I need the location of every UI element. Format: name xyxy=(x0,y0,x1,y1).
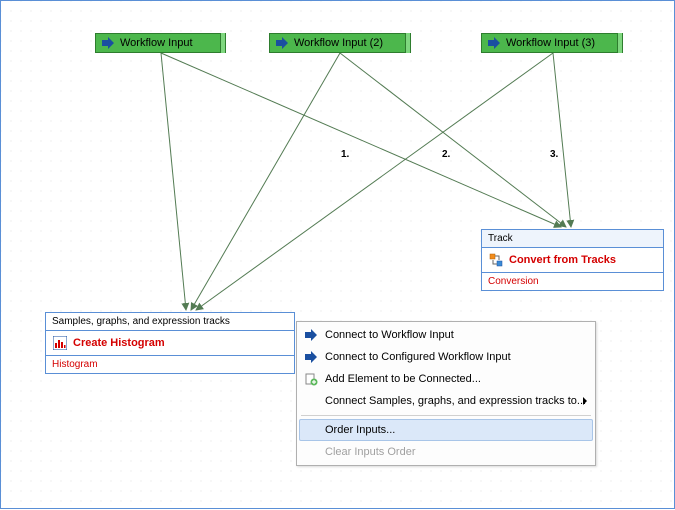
input-arrow-icon xyxy=(274,35,290,51)
menu-item-label: Connect to Configured Workflow Input xyxy=(325,351,511,363)
menu-item-label: Add Element to be Connected... xyxy=(325,373,481,385)
blank-icon xyxy=(303,444,319,460)
input-arrow-icon xyxy=(100,35,116,51)
menu-item-label: Connect to Workflow Input xyxy=(325,329,454,341)
menu-item-label: Clear Inputs Order xyxy=(325,446,415,458)
menu-connect-workflow-input[interactable]: Connect to Workflow Input xyxy=(299,324,593,346)
blank-icon xyxy=(303,422,319,438)
context-menu: Connect to Workflow Input Connect to Con… xyxy=(296,321,596,466)
menu-add-element[interactable]: Add Element to be Connected... xyxy=(299,368,593,390)
histogram-icon xyxy=(52,335,68,351)
workflow-input-label: Workflow Input xyxy=(120,37,193,49)
workflow-input-node-1[interactable]: Workflow Input xyxy=(95,33,226,53)
workflow-input-label: Workflow Input (3) xyxy=(506,37,595,49)
submenu-arrow-icon xyxy=(583,397,587,405)
menu-clear-inputs-order: Clear Inputs Order xyxy=(299,441,593,463)
workflow-input-node-2[interactable]: Workflow Input (2) xyxy=(269,33,411,53)
convert-from-tracks-node[interactable]: Track Convert from Tracks Conversion xyxy=(481,229,664,291)
menu-item-label: Connect Samples, graphs, and expression … xyxy=(325,395,586,407)
edge-label-1: 1. xyxy=(341,149,349,160)
input-arrow-icon xyxy=(303,327,319,343)
menu-item-label: Order Inputs... xyxy=(325,424,395,436)
menu-connect-configured-input[interactable]: Connect to Configured Workflow Input xyxy=(299,346,593,368)
node-action-row: Create Histogram xyxy=(46,331,294,356)
node-input-header: Track xyxy=(482,230,663,248)
node-output-label: Conversion xyxy=(482,273,663,290)
menu-separator xyxy=(301,415,591,416)
input-arrow-icon xyxy=(486,35,502,51)
workflow-input-node-3[interactable]: Workflow Input (3) xyxy=(481,33,623,53)
node-input-header: Samples, graphs, and expression tracks xyxy=(46,313,294,331)
edge-label-3: 3. xyxy=(550,149,558,160)
create-histogram-node[interactable]: Samples, graphs, and expression tracks C… xyxy=(45,312,295,374)
node-output-label: Histogram xyxy=(46,356,294,373)
input-arrow-icon xyxy=(303,349,319,365)
convert-tracks-icon xyxy=(488,252,504,268)
menu-order-inputs[interactable]: Order Inputs... xyxy=(299,419,593,441)
blank-icon xyxy=(303,393,319,409)
menu-connect-samples-submenu[interactable]: Connect Samples, graphs, and expression … xyxy=(299,390,593,412)
node-action-label: Create Histogram xyxy=(73,337,165,349)
edge-label-2: 2. xyxy=(442,149,450,160)
workflow-input-label: Workflow Input (2) xyxy=(294,37,383,49)
add-element-icon xyxy=(303,371,319,387)
node-action-row: Convert from Tracks xyxy=(482,248,663,273)
node-action-label: Convert from Tracks xyxy=(509,254,616,266)
workflow-canvas[interactable]: 1. 2. 3. Workflow Input Workflow Input (… xyxy=(0,0,675,509)
